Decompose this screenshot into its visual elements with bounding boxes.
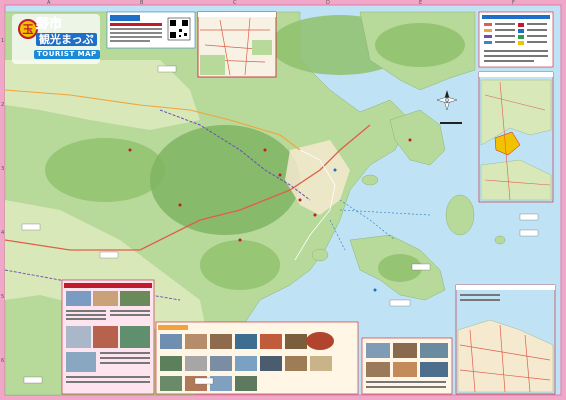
title-city: 野市 [36, 17, 63, 32]
northeast-hills [375, 23, 465, 67]
inset-region-title-bar [479, 72, 553, 77]
info-text-line-4 [110, 36, 162, 38]
mountain-range-center [150, 125, 300, 235]
grid-row-label: 1 [1, 38, 5, 44]
inset-map-title-bar [198, 12, 276, 17]
text-line [110, 310, 150, 312]
text-line [460, 294, 500, 296]
info-panel-bl-header [64, 283, 152, 288]
small-island-2 [311, 248, 329, 262]
grid-row-label: 4 [1, 230, 5, 236]
photo-5 [93, 326, 118, 348]
text-line [66, 310, 106, 312]
attractions-header [158, 325, 188, 330]
scale-bar [440, 122, 462, 124]
text-line [66, 376, 150, 378]
grid-col-label: B [140, 0, 144, 6]
title-badge: 玉 [18, 19, 38, 39]
grid-row-label: 2 [1, 102, 5, 108]
photo-4 [66, 326, 91, 348]
text-line [100, 362, 150, 364]
text-line [110, 314, 150, 316]
grid-col-label: C [233, 0, 237, 6]
photo-2 [93, 291, 118, 306]
text-line [66, 318, 106, 320]
photo-3 [120, 291, 150, 306]
text-line [100, 352, 150, 354]
grid-col-label: D [326, 0, 330, 6]
attraction-photos-right [366, 343, 448, 388]
grid-row-label: 3 [1, 166, 5, 172]
info-text-line-3 [110, 32, 162, 34]
text-line [66, 381, 150, 383]
mountain-range-south [200, 240, 280, 290]
title-main: 観光まっぷ [36, 33, 97, 46]
small-island-4 [494, 235, 506, 245]
grid-row-label: 5 [1, 294, 5, 300]
tourist-map [0, 0, 566, 400]
grid-col-label: F [512, 0, 515, 6]
text-line [100, 357, 150, 359]
photo-6 [120, 326, 150, 348]
info-text-line-2 [110, 28, 162, 30]
small-island-1 [445, 194, 475, 236]
photo-1 [66, 291, 91, 306]
grid-row-label: 6 [1, 358, 5, 364]
grid-col-label: A [47, 0, 51, 6]
info-text-line-5 [110, 40, 150, 42]
small-island-3 [361, 174, 379, 186]
info-text-line-1 [110, 23, 162, 26]
legend-panel [478, 11, 554, 68]
info-box-header [110, 15, 140, 21]
photo-7 [66, 352, 96, 372]
text-line [66, 314, 106, 316]
legend-header [482, 15, 550, 19]
mountain-range-west [45, 138, 165, 202]
tourist-map-page: 玉 野市 観光まっぷ TOURIST MAP A B C D E F 1 2 3… [0, 0, 566, 400]
grid-col-label: E [419, 0, 423, 6]
inset-port-title-bar [456, 285, 555, 290]
title-subtitle: TOURIST MAP [34, 50, 100, 59]
qr-code-icon [167, 17, 191, 41]
text-line [460, 299, 500, 301]
